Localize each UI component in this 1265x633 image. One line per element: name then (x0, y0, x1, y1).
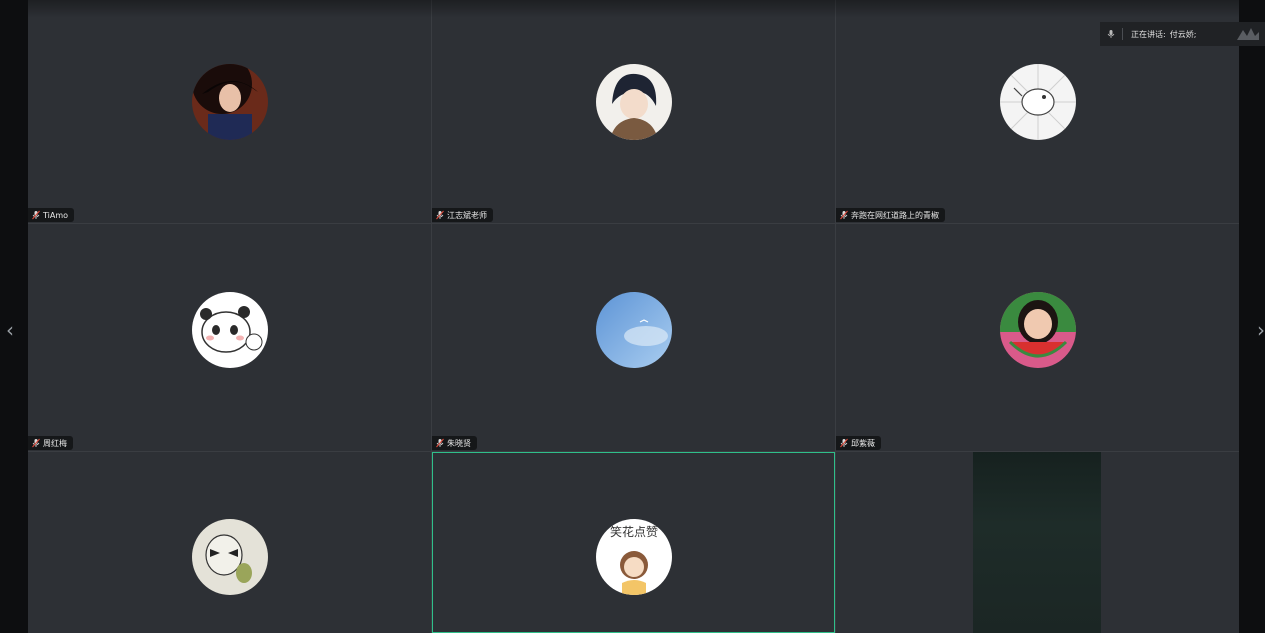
participant-name: 朱晓贤 (447, 438, 471, 448)
participant-name: 邱紫薇 (851, 438, 875, 448)
participant-tile-tiamo[interactable]: TiAmo (28, 0, 431, 223)
participant-tile-9-video[interactable] (836, 452, 1239, 633)
speaker-name: 付云娇; (1169, 29, 1197, 39)
microphone-icon (435, 210, 445, 220)
microphone-icon (435, 438, 445, 448)
divider (1122, 28, 1123, 40)
participant-grid: TiAmo 江志斌老师 奔跑在网红道路上的青椒 周红梅 朱晓贤 邱紫薇 笑花点赞 (28, 0, 1239, 633)
chevron-left-icon[interactable]: ‹ (0, 318, 20, 342)
microphone-icon (839, 438, 849, 448)
participant-tile-8-active[interactable]: 笑花点赞 (432, 452, 835, 633)
participant-name-tag: TiAmo (28, 208, 75, 222)
avatar: 笑花点赞 (596, 519, 672, 595)
avatar (192, 519, 268, 595)
microphone-icon (31, 438, 41, 448)
participant-tile-jiangzhibin[interactable]: 江志斌老师 (432, 0, 835, 223)
participant-name-tag: 奔跑在网红道路上的青椒 (836, 208, 945, 222)
participant-name: TiAmo (43, 210, 69, 220)
participant-tile-zhuxiaoxian[interactable]: 朱晓贤 (432, 224, 835, 451)
avatar (596, 292, 672, 368)
participant-name-tag: 周红梅 (28, 436, 73, 450)
video-feed (973, 452, 1101, 633)
audio-wave-icon (1235, 26, 1261, 42)
participant-name-tag: 江志斌老师 (432, 208, 493, 222)
avatar (192, 64, 268, 140)
microphone-icon (1106, 29, 1116, 39)
current-speaker-indicator: 正在讲话: 付云娇; (1100, 22, 1265, 46)
participant-name: 奔跑在网红道路上的青椒 (851, 210, 939, 220)
participant-tile-7[interactable] (28, 452, 431, 633)
avatar (1000, 292, 1076, 368)
right-side-bar (1239, 0, 1265, 633)
speaker-label: 正在讲话: (1131, 29, 1166, 39)
avatar (596, 64, 672, 140)
participant-name: 江志斌老师 (447, 210, 487, 220)
participant-name-tag: 朱晓贤 (432, 436, 477, 450)
participant-name: 周红梅 (43, 438, 67, 448)
sticker-text: 笑花点赞 (610, 524, 658, 539)
participant-name-tag: 邱紫薇 (836, 436, 881, 450)
chevron-right-icon[interactable]: › (1251, 318, 1265, 342)
left-side-bar (0, 0, 28, 633)
avatar (192, 292, 268, 368)
microphone-icon (31, 210, 41, 220)
participant-tile-qiuziwei[interactable]: 邱紫薇 (836, 224, 1239, 451)
participant-tile-zhouhongmei[interactable]: 周红梅 (28, 224, 431, 451)
avatar (1000, 64, 1076, 140)
microphone-icon (839, 210, 849, 220)
